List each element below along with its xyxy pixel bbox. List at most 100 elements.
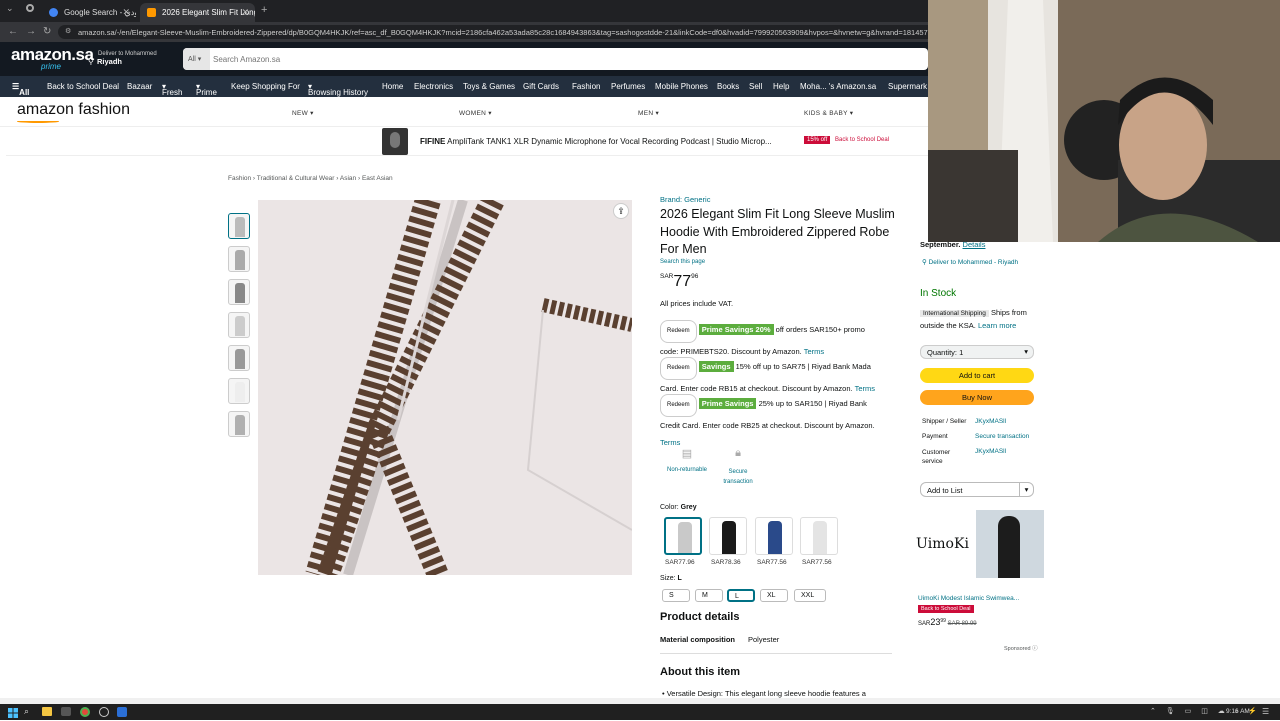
thumbnail[interactable] [228, 246, 250, 272]
buy-now-button[interactable]: Buy Now [920, 390, 1034, 405]
clock-icon[interactable] [99, 707, 109, 717]
forward-icon[interactable]: → [26, 26, 36, 37]
nav-books[interactable]: Books [717, 82, 739, 91]
nav-keep-shopping[interactable]: Keep Shopping For [231, 82, 300, 91]
color-swatch-white[interactable] [800, 517, 838, 555]
search-category-select[interactable]: All ▾ [183, 48, 210, 70]
breadcrumb-item[interactable]: Asian [340, 175, 356, 182]
terminal-icon[interactable] [61, 707, 71, 716]
reload-icon[interactable]: ↻ [43, 26, 51, 37]
nav-fashion[interactable]: Fashion [572, 82, 600, 91]
notifications-icon[interactable]: ☰ [1262, 707, 1269, 716]
chrome-icon[interactable] [80, 707, 90, 717]
deliver-to-link[interactable]: ⚲ Deliver to Mohammed - Riyadh [922, 258, 1018, 266]
close-tab-icon[interactable]: ✕ [122, 7, 130, 18]
breadcrumb: Fashion › Traditional & Cultural Wear › … [228, 175, 393, 182]
nav-sell[interactable]: Sell [749, 82, 762, 91]
nav-gift-cards[interactable]: Gift Cards [523, 82, 559, 91]
nav-supermarket[interactable]: Supermark [888, 82, 927, 91]
terms-link[interactable]: Terms [804, 347, 824, 356]
size-option-l[interactable]: L [727, 589, 755, 602]
back-icon[interactable]: ← [8, 26, 18, 37]
payment-value[interactable]: Secure transaction [975, 433, 1029, 440]
terms-link[interactable]: Terms [660, 438, 680, 447]
redeem-button[interactable]: Redeem [660, 320, 697, 343]
new-tab-icon[interactable]: + [261, 4, 267, 16]
brand-link[interactable]: Brand: Generic [660, 195, 900, 204]
breadcrumb-item[interactable]: Traditional & Cultural Wear [257, 175, 335, 182]
breadcrumb-item[interactable]: Fashion [228, 175, 251, 182]
all-menu-button[interactable]: ☰ All [12, 82, 29, 97]
product-title: 2026 Elegant Slim Fit Long Sleeve Muslim… [660, 207, 895, 256]
nav-bazaar[interactable]: Bazaar [127, 82, 152, 91]
feature-secure: 🔒︎ Secure transaction [714, 447, 762, 487]
product-main-image[interactable]: ⇪ [258, 200, 632, 575]
terms-link[interactable]: Terms [855, 384, 875, 393]
swatch-price: SAR77.96 [665, 559, 695, 566]
learn-more-link[interactable]: Learn more [978, 321, 1016, 330]
breadcrumb-item[interactable]: East Asian [362, 175, 393, 182]
size-option-s[interactable]: S [662, 589, 690, 602]
thumbnail[interactable] [228, 312, 250, 338]
size-option-m[interactable]: M [695, 589, 723, 602]
fashion-nav-kids[interactable]: KIDS & BABY ▾ [804, 109, 853, 117]
add-to-list-button[interactable]: Add to List ▾ [920, 482, 1034, 497]
thumbnail[interactable] [228, 378, 250, 404]
customer-service-value[interactable]: JKyxMASll [975, 448, 1006, 455]
nav-my-amazon[interactable]: Moha... 's Amazon.sa [800, 82, 876, 91]
add-to-cart-button[interactable]: Add to cart [920, 368, 1034, 383]
redeem-button[interactable]: Redeem [660, 394, 697, 417]
nav-browsing-history[interactable]: Browsing History ▾ [308, 82, 368, 97]
chevron-down-icon[interactable]: ▾ [1019, 483, 1033, 496]
tab-product[interactable]: 2026 Elegant Slim Fit Long Sleeve ✕ [140, 3, 255, 22]
nav-fresh[interactable]: Fresh ▾ [162, 82, 182, 97]
color-swatch-blue[interactable] [755, 517, 793, 555]
deliver-to[interactable]: ⚲ Deliver to Mohammed Riyadh [88, 51, 157, 66]
nav-perfumes[interactable]: Perfumes [611, 82, 645, 91]
product-info: Brand: Generic 2026 Elegant Slim Fit Lon… [660, 195, 900, 308]
color-swatch-black[interactable] [709, 517, 747, 555]
nav-toys[interactable]: Toys & Games [463, 82, 515, 91]
fashion-nav-new[interactable]: NEW ▾ [292, 109, 314, 117]
ad-title[interactable]: UimoKi Modest Islamic Swimwea... [918, 595, 1019, 602]
nav-back-to-school[interactable]: Back to School Deal [47, 82, 119, 91]
tab-google-search[interactable]: Google Search - كبير هودي ✕ [42, 3, 136, 22]
search-icon[interactable]: ⌕ [24, 706, 29, 717]
nav-mobile-phones[interactable]: Mobile Phones [655, 82, 708, 91]
fashion-nav-men[interactable]: MEN ▾ [638, 109, 659, 117]
start-icon[interactable] [8, 707, 18, 718]
info-icon[interactable]: ⓘ [1032, 646, 1038, 652]
size-option-xl[interactable]: XL [760, 589, 788, 602]
nav-home[interactable]: Home [382, 82, 403, 91]
nav-prime[interactable]: Prime ▾ [196, 82, 217, 97]
size-option-xxl[interactable]: XXL [794, 589, 826, 602]
shipper-value[interactable]: JKyxMASll [975, 418, 1006, 425]
thumbnail[interactable] [228, 411, 250, 437]
quantity-select[interactable]: Quantity: 1 ▾ [920, 345, 1034, 359]
redeem-button[interactable]: Redeem [660, 357, 697, 380]
box-icon: ▤ [681, 448, 693, 460]
url-field[interactable]: ⚙ amazon.sa/-/en/Elegant-Sleeve-Muslim-E… [58, 25, 938, 39]
profile-icon[interactable] [26, 4, 34, 12]
thumbnail[interactable] [228, 279, 250, 305]
sponsored-ad[interactable]: UimoKi UimoKi Modest Islamic Swimwea... … [912, 506, 1045, 656]
tab-menu-icon[interactable]: ⌄ [6, 3, 14, 14]
color-swatch-grey[interactable] [664, 517, 702, 555]
nav-help[interactable]: Help [773, 82, 789, 91]
amazon-fashion-logo[interactable]: amazon fashion [17, 101, 130, 119]
search-input[interactable] [213, 52, 913, 66]
nav-electronics[interactable]: Electronics [414, 82, 453, 91]
close-tab-icon[interactable]: ✕ [241, 7, 249, 18]
file-explorer-icon[interactable] [42, 707, 52, 716]
thumbnail[interactable] [228, 345, 250, 371]
sponsored-banner[interactable]: FIFINE AmpliTank TANK1 XLR Dynamic Micro… [6, 127, 928, 156]
share-icon[interactable]: ⇪ [613, 203, 629, 219]
fashion-nav-women[interactable]: WOMEN ▾ [459, 109, 492, 117]
site-info-icon[interactable]: ⚙ [65, 27, 71, 35]
search-page-link[interactable]: Search this page [660, 259, 900, 265]
thumbnail[interactable] [228, 213, 250, 239]
app-icon[interactable] [117, 707, 127, 717]
clock[interactable]: 9:16 AM [1226, 708, 1250, 715]
microphone-image [382, 128, 408, 155]
amazon-logo[interactable]: amazon.sa prime [11, 46, 94, 71]
